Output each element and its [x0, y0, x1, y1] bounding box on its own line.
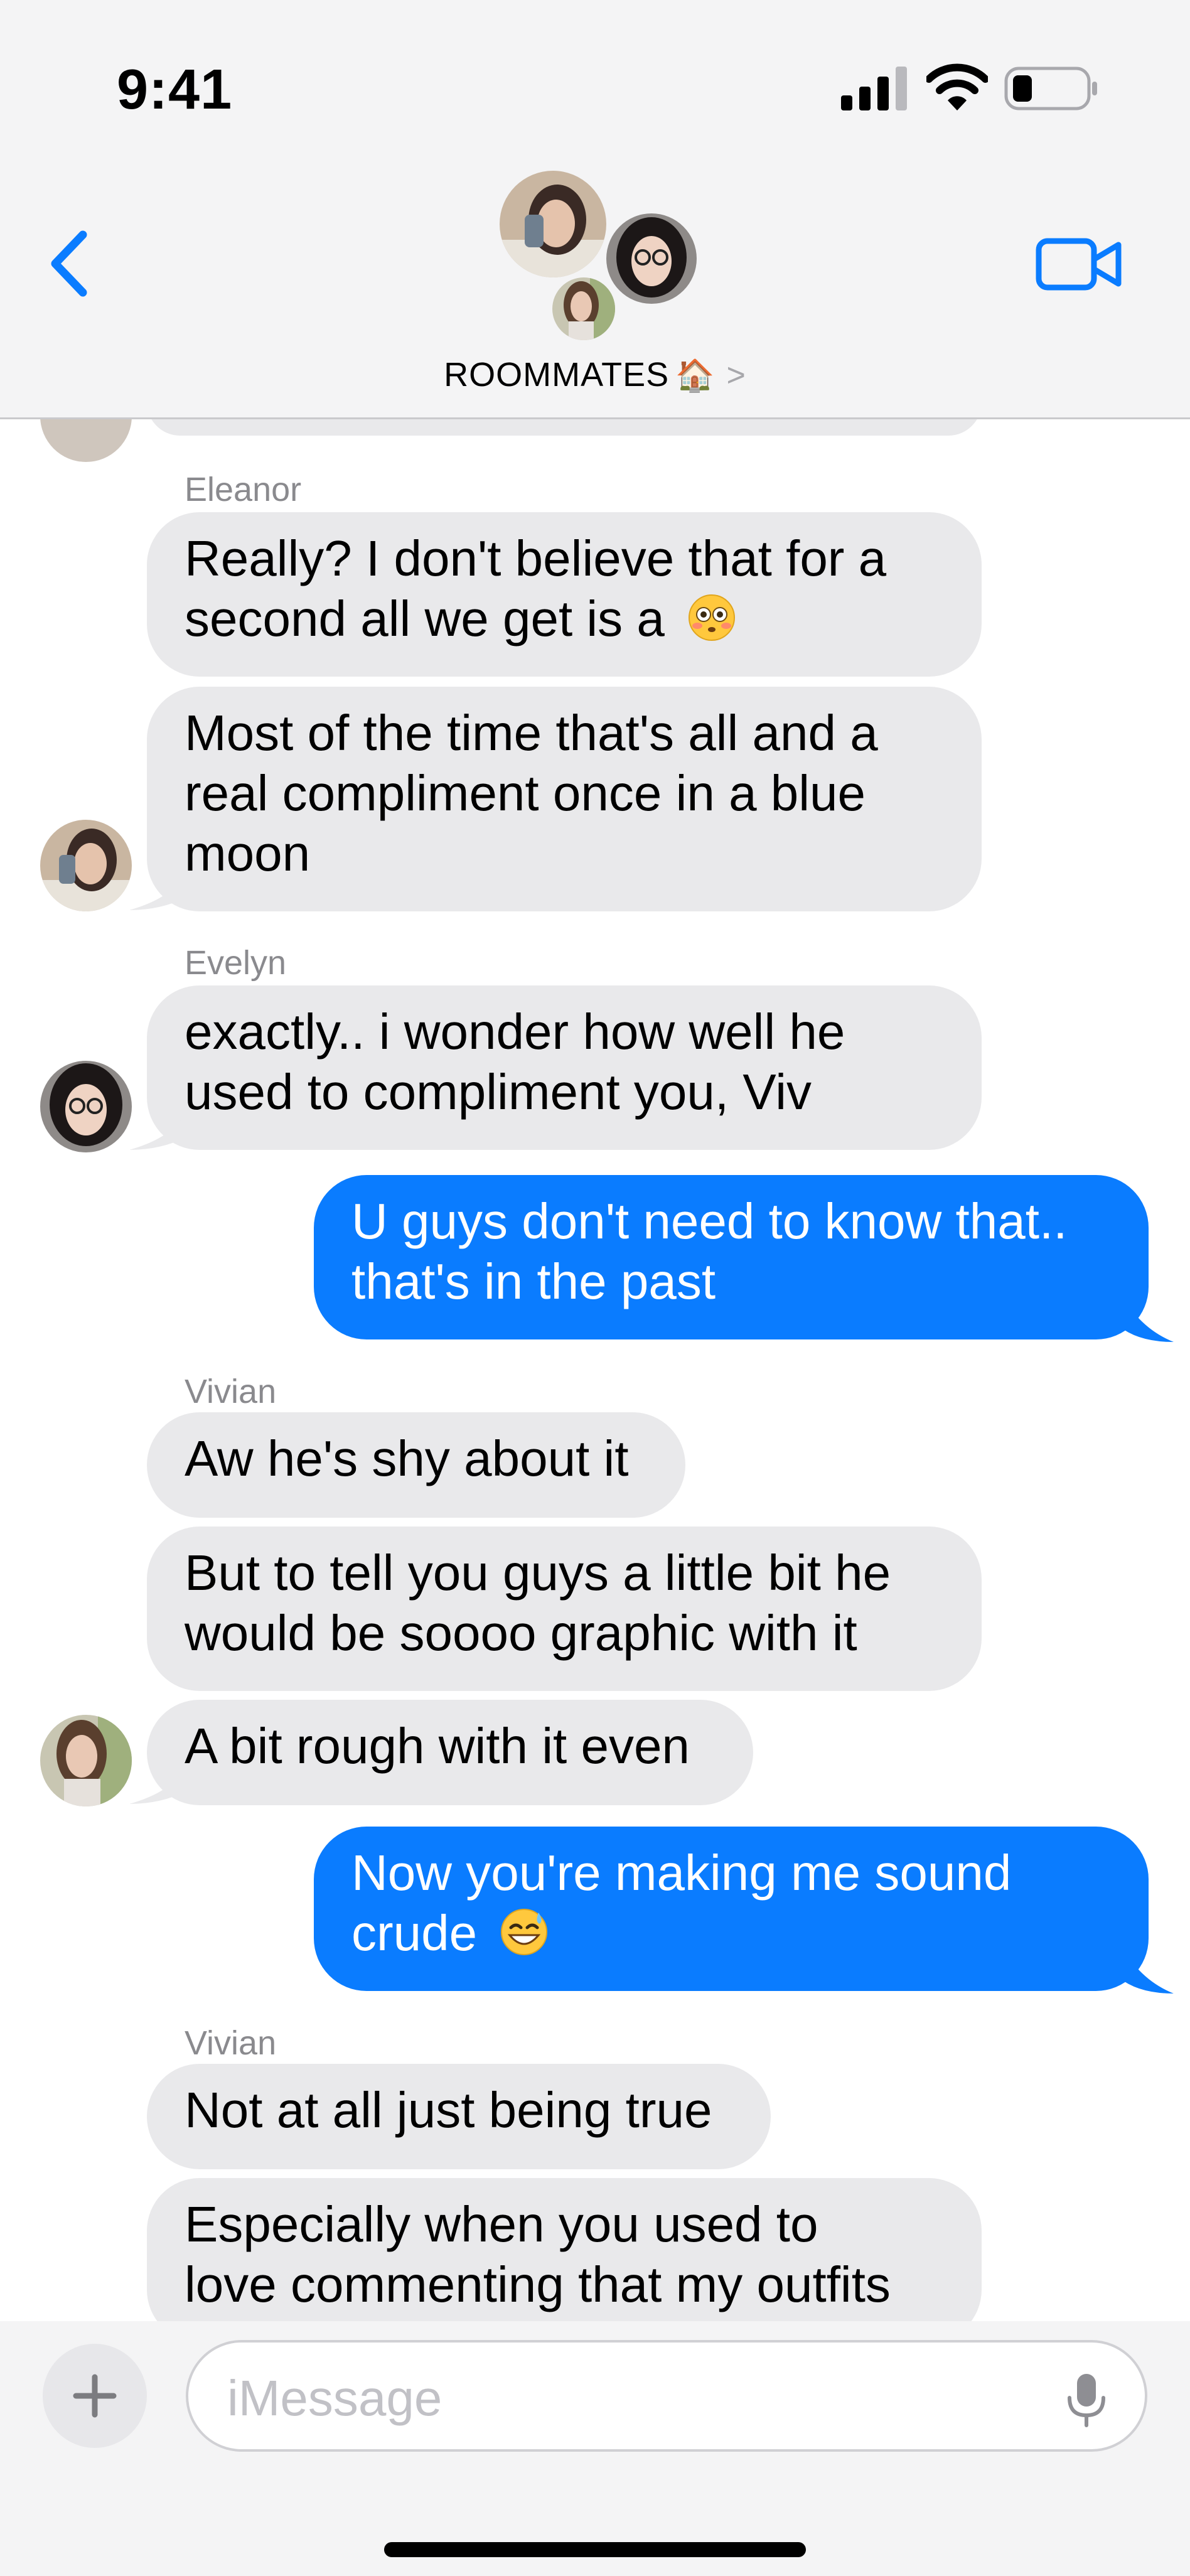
message-bubble-incoming[interactable]: Really? I don't believe that for a secon… [147, 512, 982, 677]
message-bubble-outgoing[interactable]: U guys don't need to know that.. that's … [314, 1175, 1149, 1339]
apps-plus-button[interactable] [43, 2344, 147, 2448]
flushed-face-emoji [689, 594, 736, 641]
message-bubble-incoming[interactable]: Especially when you used to love comment… [147, 2178, 982, 2321]
message-text: Really? I don't believe that for a secon… [185, 530, 887, 647]
cellular-signal-icon [841, 67, 907, 110]
group-name-button[interactable]: ROOMMATES 🏠 > [0, 355, 1190, 394]
imessage-field[interactable] [186, 2340, 1147, 2452]
plus-icon [73, 2374, 117, 2418]
message-text: U guys don't need to know that.. that's … [351, 1193, 1068, 1309]
avatar-eleanor[interactable] [40, 820, 132, 911]
message-text: Not at all just being true [185, 2082, 712, 2138]
wifi-icon [926, 63, 988, 110]
avatar-vivian[interactable] [40, 1715, 132, 1806]
battery-icon [1004, 67, 1097, 110]
status-time: 9:41 [117, 58, 233, 121]
bubble-tail [129, 1112, 186, 1150]
bubble-tail [1123, 1298, 1174, 1342]
home-indicator [384, 2542, 806, 2557]
microphone-icon[interactable] [1058, 2371, 1115, 2428]
message-text: Aw he's shy about it [185, 1430, 629, 1486]
message-bubble-incoming[interactable]: Most of the time that's all and a real c… [147, 687, 982, 911]
sender-name: Vivian [185, 2024, 277, 2062]
message-text: Now you're making me sound crude [351, 1845, 1012, 1961]
group-name-label: ROOMMATES [444, 356, 670, 394]
message-input[interactable] [227, 2364, 1043, 2433]
conversation-header: 9:41 ROOMMATES 🏠 > [0, 0, 1190, 419]
message-bubble-outgoing[interactable]: Now you're making me sound crude [314, 1827, 1149, 1991]
sender-name: Evelyn [185, 944, 287, 982]
message-text: exactly.. i wonder how well he used to c… [185, 1004, 845, 1120]
avatar-evelyn[interactable] [40, 1061, 132, 1152]
back-chevron-icon[interactable] [44, 226, 100, 301]
group-avatar-vivian[interactable] [552, 277, 615, 340]
house-emoji: 🏠 [675, 358, 716, 393]
message-text: Especially when you used to love comment… [185, 2196, 891, 2312]
message-text: But to tell you guys a little bit he wou… [185, 1545, 891, 1661]
message-bubble-incoming[interactable]: exactly.. i wonder how well he used to c… [147, 985, 982, 1150]
message-bubble-incoming[interactable]: Aw he's shy about it [147, 1412, 685, 1518]
bubble-tail [129, 1766, 186, 1804]
message-text: A bit rough with it even [185, 1718, 690, 1774]
sender-name: Eleanor [185, 471, 302, 508]
message-thread[interactable]: Eleanor Really? I don't believe that for… [0, 419, 1190, 2321]
message-bubble-incoming[interactable]: Not at all just being true [147, 2064, 771, 2169]
group-avatar-evelyn[interactable] [606, 213, 697, 304]
message-bubble-incoming[interactable]: But to tell you guys a little bit he wou… [147, 1527, 982, 1691]
avatar-previous [40, 419, 132, 462]
message-bubble-previous[interactable] [147, 419, 982, 436]
message-composer [0, 2321, 1190, 2576]
message-bubble-incoming[interactable]: A bit rough with it even [147, 1700, 753, 1805]
bubble-tail [129, 872, 186, 910]
chevron-right-icon: > [726, 357, 746, 394]
grinning-sweat-face-emoji [501, 1909, 548, 1955]
group-avatar-eleanor[interactable] [500, 171, 606, 277]
bubble-tail [1123, 1950, 1174, 1994]
sender-name: Vivian [185, 1373, 277, 1410]
message-text: Most of the time that's all and a real c… [185, 705, 878, 881]
video-call-icon[interactable] [1036, 236, 1123, 292]
